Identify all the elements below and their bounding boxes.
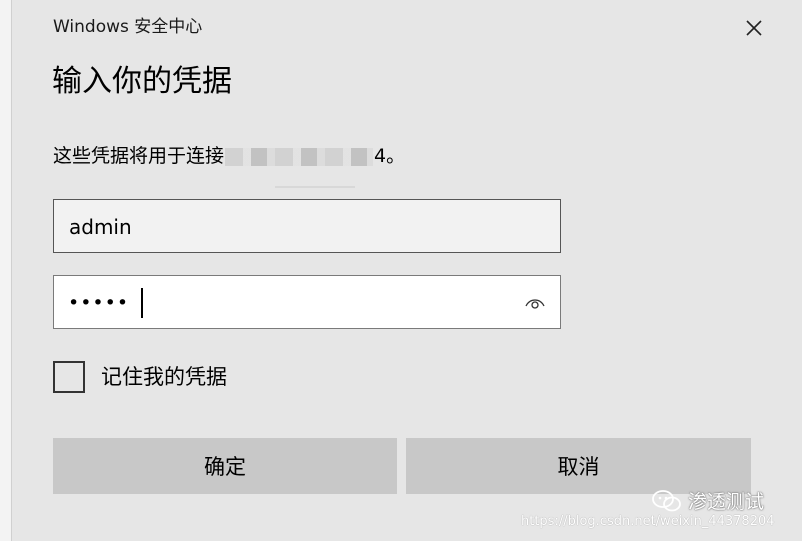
close-icon	[746, 20, 762, 36]
close-button[interactable]	[736, 11, 772, 45]
password-mask: •••••	[68, 292, 130, 314]
redaction-artifact	[275, 186, 355, 188]
password-field[interactable]: •••••	[53, 275, 561, 329]
remember-label[interactable]: 记住我的凭据	[101, 363, 227, 391]
window-left-edge	[0, 0, 12, 541]
watermark-brand: 渗透测试	[652, 487, 764, 514]
text-caret	[141, 288, 143, 318]
dialog-description: 这些凭据将用于连接 4。	[53, 143, 405, 169]
watermark-brand-text: 渗透测试	[688, 491, 765, 513]
ok-button[interactable]: 确定	[53, 438, 397, 494]
eye-icon	[525, 299, 545, 309]
ok-button-label: 确定	[204, 455, 246, 479]
cancel-button[interactable]: 取消	[406, 438, 751, 494]
wechat-icon	[652, 489, 681, 511]
username-field[interactable]: admin	[53, 199, 561, 253]
description-prefix: 这些凭据将用于连接	[53, 145, 225, 167]
dialog-heading: 输入你的凭据	[52, 64, 232, 99]
watermark-url: https://blog.csdn.net/weixin_44378204	[521, 514, 775, 529]
username-value: admin	[69, 215, 132, 239]
remember-checkbox[interactable]	[53, 361, 85, 393]
app-title: Windows 安全中心	[53, 17, 203, 37]
reveal-password-button[interactable]	[524, 292, 546, 314]
redacted-host	[225, 147, 374, 166]
description-suffix: 4。	[374, 145, 406, 167]
credential-dialog: Windows 安全中心 输入你的凭据 这些凭据将用于连接 4。 admin ••…	[0, 0, 802, 541]
cancel-button-label: 取消	[557, 455, 600, 479]
